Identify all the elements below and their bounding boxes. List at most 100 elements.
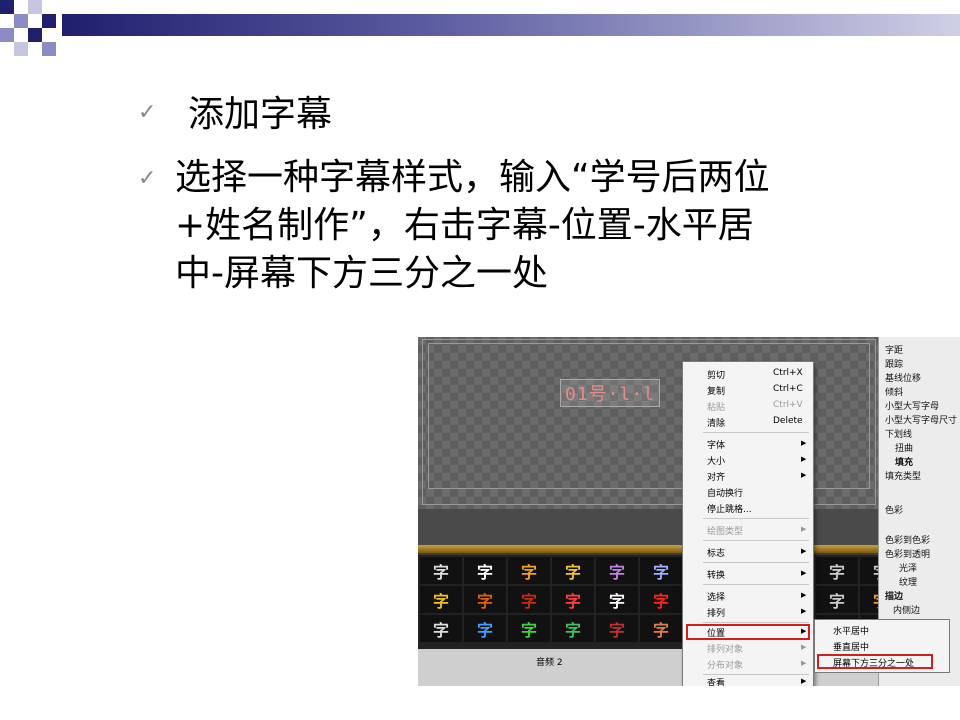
position-submenu: 水平居中 垂直居中 屏幕下方三分之一处 — [814, 619, 950, 673]
style-swatch[interactable]: 字 — [816, 557, 858, 584]
style-swatch[interactable]: 字 — [464, 557, 506, 584]
decor-square — [28, 28, 42, 42]
menu-highlight-position — [686, 624, 810, 640]
context-menu: 剪切 Ctrl+X 复制 Ctrl+C 粘贴 Ctrl+V 清除 Delete … — [682, 361, 814, 686]
style-swatch[interactable]: 字 — [420, 586, 462, 613]
menu-separator — [703, 562, 809, 563]
menu-item-transform[interactable]: 转换 — [707, 568, 725, 581]
menu-separator — [703, 674, 809, 675]
style-swatch[interactable]: 字 — [596, 557, 638, 584]
prop-stroke[interactable]: 描边 — [885, 589, 903, 602]
menu-item-size[interactable]: 大小 — [707, 454, 725, 467]
submenu-item-lower-third[interactable]: 屏幕下方三分之一处 — [833, 656, 914, 669]
decor-square — [42, 14, 56, 28]
decor-square — [42, 42, 56, 56]
style-swatch[interactable]: 字 — [508, 586, 550, 613]
embedded-screenshot: 01号·l·l 字 字 字 字 字 字 字 字 字 字 字 字 字 字 字 字 … — [418, 337, 960, 686]
decor-square — [0, 28, 14, 42]
style-swatch[interactable]: 字 — [640, 586, 682, 613]
menu-item-select[interactable]: 选择 — [707, 590, 725, 603]
style-swatch[interactable]: 字 — [596, 615, 638, 642]
submenu-arrow-icon: ▶ — [801, 471, 807, 479]
style-swatch[interactable]: 字 — [552, 615, 594, 642]
submenu-arrow-icon: ▶ — [801, 643, 807, 651]
menu-separator — [703, 518, 809, 519]
prop-texture[interactable]: 纹理 — [899, 575, 917, 588]
style-swatch[interactable]: 字 — [508, 557, 550, 584]
style-swatch[interactable]: 字 — [420, 615, 462, 642]
menu-item-word-wrap[interactable]: 自动换行 — [707, 486, 743, 499]
submenu-arrow-icon: ▶ — [801, 677, 807, 685]
submenu-arrow-icon: ▶ — [801, 591, 807, 599]
bullet-1-text: 添加字幕 — [188, 94, 333, 135]
submenu-arrow-icon: ▶ — [801, 455, 807, 463]
prop-distort[interactable]: 扭曲 — [895, 441, 913, 454]
submenu-arrow-icon: ▶ — [801, 547, 807, 555]
style-swatch[interactable]: 字 — [816, 586, 858, 613]
menu-item-tab-stops[interactable]: 停止跳格... — [707, 502, 752, 515]
style-swatch[interactable]: 字 — [640, 557, 682, 584]
submenu-arrow-icon: ▶ — [801, 569, 807, 577]
style-swatch[interactable]: 字 — [596, 586, 638, 613]
menu-item-cut[interactable]: 剪切 — [707, 368, 725, 381]
menu-item-graphic-type[interactable]: 绘图类型 — [707, 524, 743, 537]
style-swatch[interactable]: 字 — [640, 615, 682, 642]
prop-inner-stroke[interactable]: 内侧边 — [893, 603, 920, 616]
prop-underline[interactable]: 下划线 — [885, 427, 912, 440]
style-swatch[interactable]: 字 — [508, 615, 550, 642]
menu-item-logo[interactable]: 标志 — [707, 546, 725, 559]
decor-square — [14, 14, 28, 28]
menu-item-align[interactable]: 对齐 — [707, 470, 725, 483]
menu-item-font[interactable]: 字体 — [707, 438, 725, 451]
shortcut-copy: Ctrl+C — [773, 384, 803, 394]
style-swatch[interactable]: 字 — [464, 586, 506, 613]
submenu-item-horizontal-center[interactable]: 水平居中 — [833, 624, 869, 637]
audio-track-label: 音频 2 — [536, 658, 563, 668]
shortcut-paste: Ctrl+V — [773, 400, 803, 410]
prop-color-to-transparent[interactable]: 色彩到透明 — [885, 547, 930, 560]
menu-item-copy[interactable]: 复制 — [707, 384, 725, 397]
prop-tracking[interactable]: 跟踪 — [885, 357, 903, 370]
menu-separator — [703, 584, 809, 585]
menu-item-paste[interactable]: 粘贴 — [707, 400, 725, 413]
prop-small-caps-size[interactable]: 小型大写字母尺寸 — [885, 413, 957, 426]
bullet-check-icon: ✓ — [138, 100, 157, 125]
menu-item-align-objects[interactable]: 排列对象 — [707, 642, 743, 655]
style-swatch[interactable]: 字 — [552, 586, 594, 613]
submenu-item-vertical-center[interactable]: 垂直居中 — [833, 640, 869, 653]
title-bar-gradient — [62, 14, 960, 36]
prop-sheen[interactable]: 光泽 — [899, 561, 917, 574]
style-swatch[interactable]: 字 — [552, 557, 594, 584]
shortcut-clear: Delete — [773, 416, 803, 426]
bullet-2-line-3: 中-屏幕下方三分之一处 — [175, 253, 548, 294]
shortcut-cut: Ctrl+X — [773, 368, 803, 378]
submenu-arrow-icon: ▶ — [801, 607, 807, 615]
submenu-arrow-icon: ▶ — [801, 659, 807, 667]
caption-text[interactable]: 01号·l·l — [560, 379, 661, 407]
submenu-arrow-icon: ▶ — [801, 439, 807, 447]
prop-color[interactable]: 色彩 — [885, 503, 903, 516]
style-swatch[interactable]: 字 — [464, 615, 506, 642]
menu-separator — [703, 432, 809, 433]
prop-fill[interactable]: 填充 — [895, 455, 913, 468]
prop-slant[interactable]: 倾斜 — [885, 385, 903, 398]
decor-square — [0, 0, 14, 14]
submenu-arrow-icon: ▶ — [801, 525, 807, 533]
menu-item-distribute-objects[interactable]: 分布对象 — [707, 658, 743, 671]
prop-baseline-shift[interactable]: 基线位移 — [885, 371, 921, 384]
bullet-2-line-2: +姓名制作”，右击字幕-位置-水平居 — [175, 205, 754, 246]
menu-separator — [703, 622, 809, 623]
prop-small-caps[interactable]: 小型大写字母 — [885, 399, 939, 412]
prop-color-to-color[interactable]: 色彩到色彩 — [885, 533, 930, 546]
decor-square — [28, 0, 42, 14]
menu-item-clear[interactable]: 清除 — [707, 416, 725, 429]
bullet-check-icon: ✓ — [138, 166, 157, 191]
menu-item-arrange[interactable]: 排列 — [707, 606, 725, 619]
submenu-arrow-icon: ▶ — [801, 627, 807, 635]
menu-item-view[interactable]: 查看 — [707, 676, 725, 686]
prop-kerning[interactable]: 字距 — [885, 343, 903, 356]
style-swatch[interactable]: 字 — [420, 557, 462, 584]
decor-square — [14, 42, 28, 56]
prop-fill-type[interactable]: 填充类型 — [885, 469, 921, 482]
menu-item-position[interactable]: 位置 — [707, 626, 725, 639]
